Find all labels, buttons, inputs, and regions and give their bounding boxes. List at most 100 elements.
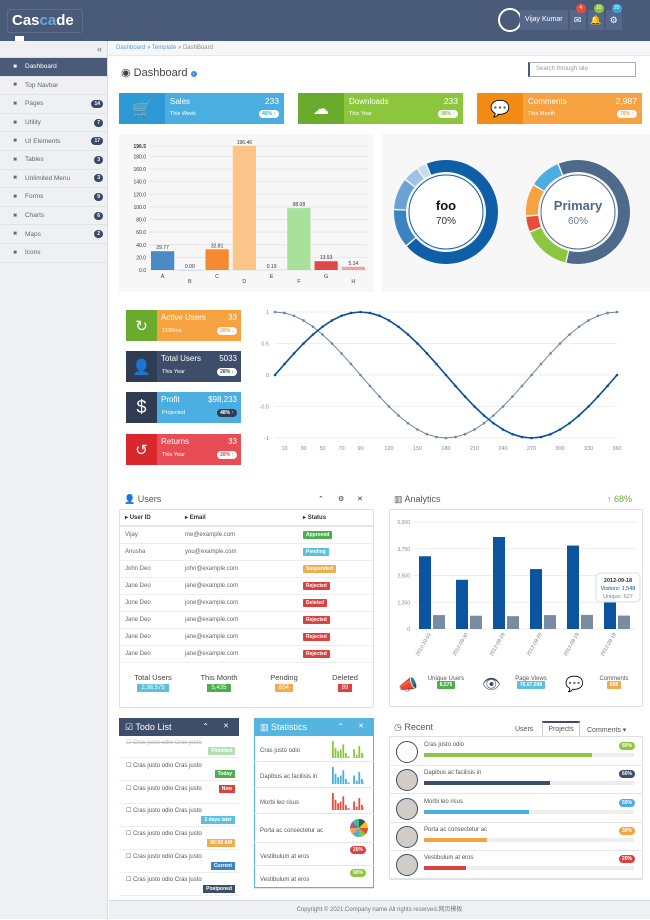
sidebar-item-dashboard[interactable]: ■Dashboard (0, 58, 107, 77)
footer-value: 76,67,598 (517, 681, 545, 689)
percent-badge: 80% (619, 742, 635, 750)
sparkline-bar (342, 770, 344, 784)
series-point-cos (502, 405, 505, 408)
todo-item[interactable]: ☐ Cras justo odio Cras justoPostponed (119, 873, 239, 896)
statistics-item[interactable]: Dapibus ac facilisis in (254, 762, 374, 788)
unique-bar (470, 616, 482, 629)
close-todo-button[interactable]: ✕ (223, 718, 229, 736)
series-point-sin (445, 374, 448, 377)
sidebar-item-label: Icons (25, 249, 41, 256)
table-row[interactable]: Jane Deojane@example.comRejected (120, 577, 373, 594)
sidebar-item-charts[interactable]: ■Charts6 (0, 207, 107, 226)
breadcrumb-template[interactable]: Template (152, 45, 176, 51)
table-row[interactable]: Jane Deojane@example.comRejected (120, 628, 373, 645)
todo-item[interactable]: ☐ Cras justo odio Cras justoFinished (119, 736, 239, 758)
checkbox[interactable]: ☐ (126, 740, 131, 746)
close-statistics-button[interactable]: ✕ (358, 718, 364, 736)
table-row[interactable]: Vijayme@example.comApproved (120, 526, 373, 543)
x-tick-label: 70 (338, 446, 344, 452)
series-point-sin (559, 428, 562, 431)
sidebar-item-maps[interactable]: ■Maps2 (0, 225, 107, 244)
percent-badge: 20% (619, 855, 635, 863)
stat-sales: 🛒 Sales233This Week48% ↑ (119, 93, 284, 124)
checkbox[interactable]: ☐ (126, 786, 131, 792)
todo-tag: Current (211, 862, 235, 870)
sidebar-item-pages[interactable]: ■Pages14 (0, 95, 107, 114)
recent-project-item[interactable]: Morbi leo risus50% (389, 795, 643, 823)
collapse-todo-button[interactable]: ⌃ (202, 718, 209, 736)
sidebar-item-top-navbar[interactable]: ■Top Navbar (0, 77, 107, 96)
table-row[interactable]: Jone Deojone@example.comDeleted (120, 594, 373, 611)
recent-project-item[interactable]: Dapibus ac facilisis in60% (389, 766, 643, 794)
todo-item[interactable]: ☐ Cras justo odio Cras justo2 days later (119, 804, 239, 827)
checkbox[interactable]: ☐ (126, 854, 131, 860)
col-user-id[interactable]: ▸ User ID (120, 510, 180, 526)
sidebar-item-tables[interactable]: ■Tables3 (0, 151, 107, 170)
sparkline-bar (348, 808, 350, 810)
sidebar-item-icons[interactable]: ■Icons (0, 244, 107, 263)
todo-item[interactable]: ☐ Cras justo odio Cras justoCurrent (119, 850, 239, 873)
cell-email: jane@example.com (180, 577, 298, 594)
search-input[interactable]: Search through site (528, 62, 636, 77)
table-row[interactable]: Jane Deojane@example.comRejected (120, 611, 373, 628)
chart-tooltip: 2012-09-18Visitors: 1,548Unique: 627 (596, 573, 640, 602)
messages-button[interactable]: ✉4 (570, 10, 586, 30)
collapse-users-button[interactable]: ⌃ (318, 495, 324, 503)
breadcrumb-dashboard[interactable]: Dashboard (116, 45, 145, 51)
tab-comments[interactable]: Comments ▾ (587, 726, 626, 734)
recent-project-item[interactable]: Vestibulum at eros20% (389, 851, 643, 879)
todo-item[interactable]: ☐ Cras justo odio Cras justoToday (119, 759, 239, 782)
series-point-sin (597, 395, 600, 398)
logo[interactable]: Cascade (7, 9, 83, 33)
table-row[interactable]: Anushayou@example.comPending (120, 543, 373, 560)
todo-item[interactable]: ☐ Cras justo odio Cras justo06:58 AM (119, 827, 239, 850)
notifications-badge: 10 (594, 4, 604, 13)
sidebar-item-utility[interactable]: ■Utility7 (0, 114, 107, 133)
notifications-button[interactable]: 🔔10 (588, 10, 604, 30)
statistics-item[interactable]: Porta ac consectetur ac (254, 814, 374, 843)
statistics-item[interactable]: Morbi leo risus (254, 788, 374, 814)
sparkline-bar (356, 781, 358, 784)
sidebar-item-ui-elements[interactable]: ■UI Elements17 (0, 132, 107, 151)
x-tick-label: B (188, 279, 192, 285)
mini-pct: 28% ↓ (217, 327, 237, 335)
collapse-statistics-button[interactable]: ⌃ (337, 718, 344, 736)
users-title-text: Users (138, 494, 162, 504)
donut-segment (526, 216, 541, 231)
statistics-item[interactable]: Cras justo odio (254, 736, 374, 762)
user-name-button[interactable]: Vijay Kumar (520, 10, 568, 30)
avatar[interactable] (498, 8, 522, 32)
checkbox[interactable]: ☐ (126, 877, 131, 883)
recent-project-item[interactable]: Porta ac consectetur ac30% (389, 823, 643, 851)
sidebar-count-badge: 9 (94, 193, 103, 201)
cell-email: jane@example.com (180, 645, 298, 662)
checkbox[interactable]: ☐ (126, 808, 131, 814)
close-users-button[interactable]: ✕ (357, 495, 363, 503)
status-badge: Rejected (303, 650, 330, 658)
sidebar-item-unlimited-menu[interactable]: ■Unlimited Menu3 (0, 170, 107, 189)
stat-label: Downloads (349, 97, 458, 106)
col-status[interactable]: ▸ Status (298, 510, 373, 526)
todo-item[interactable]: ☐ Cras justo odio Cras justoNew (119, 782, 239, 804)
sparkline-bar (353, 750, 355, 759)
series-point-cos (359, 374, 362, 377)
info-icon[interactable]: i (191, 71, 197, 77)
tab-projects[interactable]: Projects (542, 721, 580, 737)
tab-users[interactable]: Users (515, 726, 533, 733)
table-row[interactable]: Jane Deojane@example.comRejected (120, 645, 373, 662)
sparkline-bar (335, 774, 337, 784)
recent-project-item[interactable]: Cras justo odio80% (389, 738, 643, 766)
checkbox[interactable]: ☐ (126, 831, 131, 837)
statistics-item[interactable]: Vestibulum at eros90% (254, 866, 374, 889)
analytics-widget-title: ▥ Analytics (394, 494, 441, 505)
sparkline-bar (361, 779, 363, 784)
settings-users-button[interactable]: ⚙ (338, 495, 344, 503)
sidebar-collapse-button[interactable]: « (0, 41, 107, 58)
statistics-item[interactable]: Vestibulum at eros20% (254, 843, 374, 866)
table-row[interactable]: John Deojohn@example.comSuspended (120, 560, 373, 577)
settings-button[interactable]: ⚙20 (606, 10, 622, 30)
todo-widget-header: ☑ Todo List⌃✕ (119, 718, 239, 736)
sidebar-item-forms[interactable]: ■Forms9 (0, 188, 107, 207)
col-email[interactable]: ▸ Email (180, 510, 298, 526)
checkbox[interactable]: ☐ (126, 763, 131, 769)
